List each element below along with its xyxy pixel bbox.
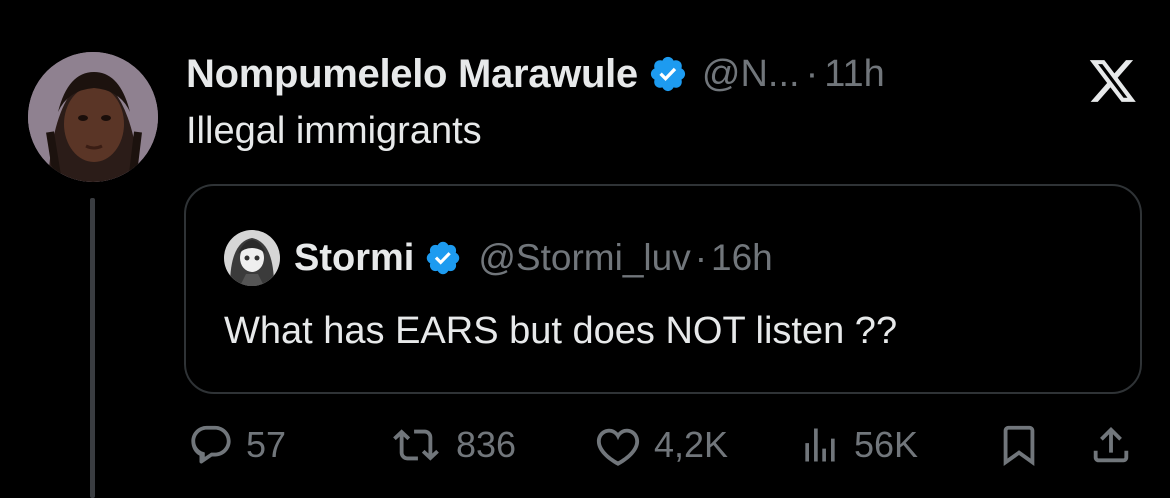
- views-count: 56K: [854, 424, 919, 465]
- quoted-tweet-text: What has EARS but does NOT listen ??: [224, 310, 898, 352]
- tweet-timestamp[interactable]: 11h: [824, 53, 885, 96]
- bookmark-button[interactable]: [996, 422, 1042, 468]
- views-button[interactable]: 56K: [798, 422, 918, 468]
- reply-count: 57: [246, 424, 287, 465]
- tweet-text: Illegal immigrants: [186, 110, 482, 152]
- like-icon: [596, 428, 640, 466]
- repost-icon: [393, 429, 439, 461]
- x-logo-icon: [1089, 60, 1136, 102]
- quoted-author-avatar: [224, 230, 280, 286]
- reply-button[interactable]: 57: [188, 422, 286, 468]
- separator-dot: ·: [694, 237, 708, 278]
- quoted-author-handle: @Stormi_luv: [478, 237, 691, 278]
- views-icon: [805, 428, 835, 462]
- tweet-header: Nompumelelo Marawule @N... · 11h: [186, 50, 885, 98]
- share-icon: [1093, 426, 1129, 463]
- share-button[interactable]: [1088, 422, 1134, 468]
- like-count: 4,2K: [654, 424, 729, 465]
- quoted-tweet-card[interactable]: Stormi @Stormi_luv · 16h What has EARS b…: [184, 184, 1142, 394]
- repost-count: 836: [456, 424, 517, 465]
- quoted-author-name: Stormi: [294, 236, 415, 279]
- verified-badge-icon: [427, 241, 460, 275]
- like-button[interactable]: 4,2K: [594, 422, 728, 468]
- author-handle[interactable]: @N...: [702, 53, 800, 96]
- author-avatar[interactable]: [28, 52, 158, 182]
- separator-dot: ·: [805, 52, 819, 95]
- reply-icon: [191, 425, 231, 464]
- quoted-tweet-timestamp: 16h: [711, 237, 773, 278]
- repost-button[interactable]: 836: [388, 422, 516, 468]
- quoted-tweet-header: Stormi @Stormi_luv · 16h: [224, 228, 773, 288]
- verified-badge-icon: [650, 56, 685, 92]
- tweet-actions-bar: 57 836 4,2K 56K: [0, 418, 1170, 472]
- bookmark-icon: [1003, 425, 1035, 466]
- author-name[interactable]: Nompumelelo Marawule: [186, 52, 638, 97]
